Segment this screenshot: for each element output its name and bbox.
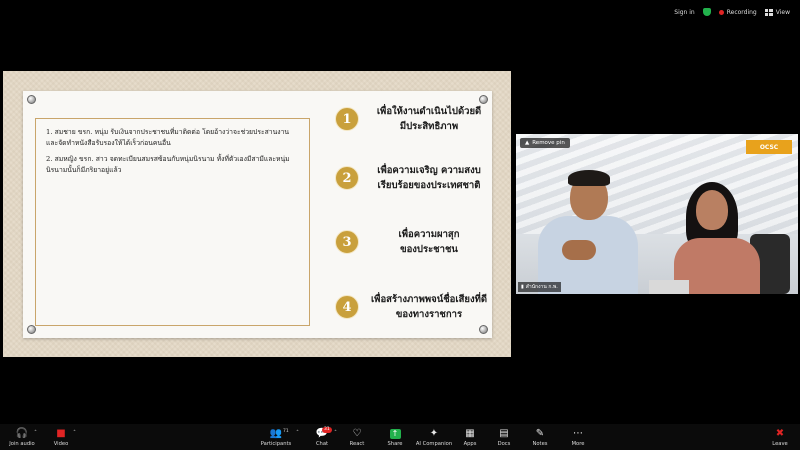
remove-pin-label: Remove pin [532,140,565,146]
video-label: Video [53,441,69,447]
leave-label: Leave [772,441,788,447]
recording-indicator[interactable]: Recording [718,8,757,16]
point-text: เพื่อความผาสุก ของประชาชน [363,227,495,257]
participant-1-hair [568,170,610,186]
number-badge: 4 [335,295,359,319]
point-line: เพื่อความผาสุก [398,229,460,240]
participants-button[interactable]: 👥 Participants [256,428,296,447]
point-text: เพื่อความเจริญ ความสงบ เรียบร้อยของประเท… [363,163,495,193]
view-button[interactable]: View [764,8,790,16]
recording-label: Recording [726,8,757,16]
apps-icon: ▦ [465,428,475,439]
sparkle-icon: ✦ [429,428,439,439]
more-label: More [571,441,585,447]
participants-options-chevron-icon[interactable]: ˆ [296,430,299,437]
more-dots-icon: ⋯ [573,428,583,439]
meeting-toolbar: 🎧 Join audio ˆ ■ Video ˆ 👥 Participants … [0,424,800,450]
participant-name: สำนักงาน ก.พ. [525,284,558,290]
join-audio-label: Join audio [9,441,35,447]
signal-icon: ▮ [521,284,524,290]
pushpin-icon [27,325,36,334]
pushpin-icon [27,95,36,104]
sign-in-link[interactable]: Sign in [674,9,694,16]
leave-icon: ✖ [775,428,785,439]
slide-card: 1. สมชาย ขรก. หนุ่ม รับเงินจากประชาชนที่… [23,91,492,338]
number-badge: 3 [335,230,359,254]
point-line: ของทางราชการ [395,309,463,320]
docs-label: Docs [497,441,511,447]
laptop [649,280,689,294]
recording-dot-icon [718,9,724,15]
pin-icon: ▲ [525,140,530,146]
docs-button[interactable]: ▤ Docs [484,428,524,447]
ai-companion-label: AI Companion [415,441,453,447]
ai-companion-button[interactable]: ✦ AI Companion [414,428,454,447]
point-1: 1 เพื่อให้งานดำเนินไปด้วยดี มีประสิทธิภา… [335,99,495,139]
share-label: Share [387,441,403,447]
participant-1-hands [562,240,596,260]
sign-in-label: Sign in [674,8,695,16]
video-options-chevron-icon[interactable]: ˆ [73,430,76,437]
react-button[interactable]: ♡ React [337,428,377,447]
more-button[interactable]: ⋯ More [558,428,598,447]
point-text: เพื่อให้งานดำเนินไปด้วยดี มีประสิทธิภาพ [363,104,495,134]
participant-name-tag: ▮ สำนักงาน ก.พ. [518,282,561,292]
leave-button[interactable]: ✖ Leave [760,428,800,447]
remove-pin-button[interactable]: ▲ Remove pin [520,138,570,148]
view-grid-icon [764,8,773,16]
audio-options-chevron-icon[interactable]: ˆ [34,430,37,437]
video-off-icon: ■ [56,428,66,439]
case-example-2: 2. สมหญิง ขรก. สาว จดทะเบียนสมรสซ้อนกับห… [46,155,290,174]
apps-label: Apps [463,441,477,447]
point-2: 2 เพื่อความเจริญ ความสงบ เรียบร้อยของประ… [335,158,495,198]
pinned-video-tile[interactable]: ▲ Remove pin OCSC ▮ สำนักงาน ก.พ. [516,134,798,294]
participants-label: Participants [260,441,292,447]
number-badge: 1 [335,107,359,131]
point-line: เรียบร้อยของประเทศชาติ [377,180,481,191]
chat-label: Chat [315,441,329,447]
shared-screen: 1. สมชาย ขรก. หนุ่ม รับเงินจากประชาชนที่… [3,71,511,357]
view-label: View [775,8,790,16]
document-icon: ▤ [499,428,509,439]
point-line: เพื่อความเจริญ ความสงบ [377,165,481,176]
chat-unread-badge: 31 [322,427,332,433]
participants-count: 71 [283,429,289,434]
case-examples-box: 1. สมชาย ขรก. หนุ่ม รับเงินจากประชาชนที่… [35,118,310,326]
point-line: เพื่อสร้างภาพพจน์ชื่อเสียงที่ดี [370,294,488,305]
notes-button[interactable]: ✎ Notes [520,428,560,447]
participant-2-face [696,190,728,230]
react-label: React [349,441,365,447]
number-badge: 2 [335,166,359,190]
point-3: 3 เพื่อความผาสุก ของประชาชน [335,222,495,262]
case-example-1: 1. สมชาย ขรก. หนุ่ม รับเงินจากประชาชนที่… [46,128,290,147]
participants-icon: 👥 [269,428,283,439]
security-shield-icon[interactable] [702,8,711,16]
top-status-bar: Sign in Recording View [0,0,800,24]
ocsc-logo: OCSC [746,140,792,154]
heart-icon: ♡ [352,428,362,439]
point-line: มีประสิทธิภาพ [399,121,459,132]
point-text: เพื่อสร้างภาพพจน์ชื่อเสียงที่ดี ของทางรา… [363,292,495,322]
point-4: 4 เพื่อสร้างภาพพจน์ชื่อเสียงที่ดี ของทาง… [335,287,495,327]
share-screen-icon: ↑ [389,428,401,440]
share-button[interactable]: ↑ Share [375,428,415,447]
headphones-icon: 🎧 [15,428,29,439]
notes-label: Notes [532,441,548,447]
notes-icon: ✎ [535,428,545,439]
point-line: เพื่อให้งานดำเนินไปด้วยดี [376,106,482,117]
point-line: ของประชาชน [400,244,458,255]
logo-text: OCSC [759,143,779,151]
